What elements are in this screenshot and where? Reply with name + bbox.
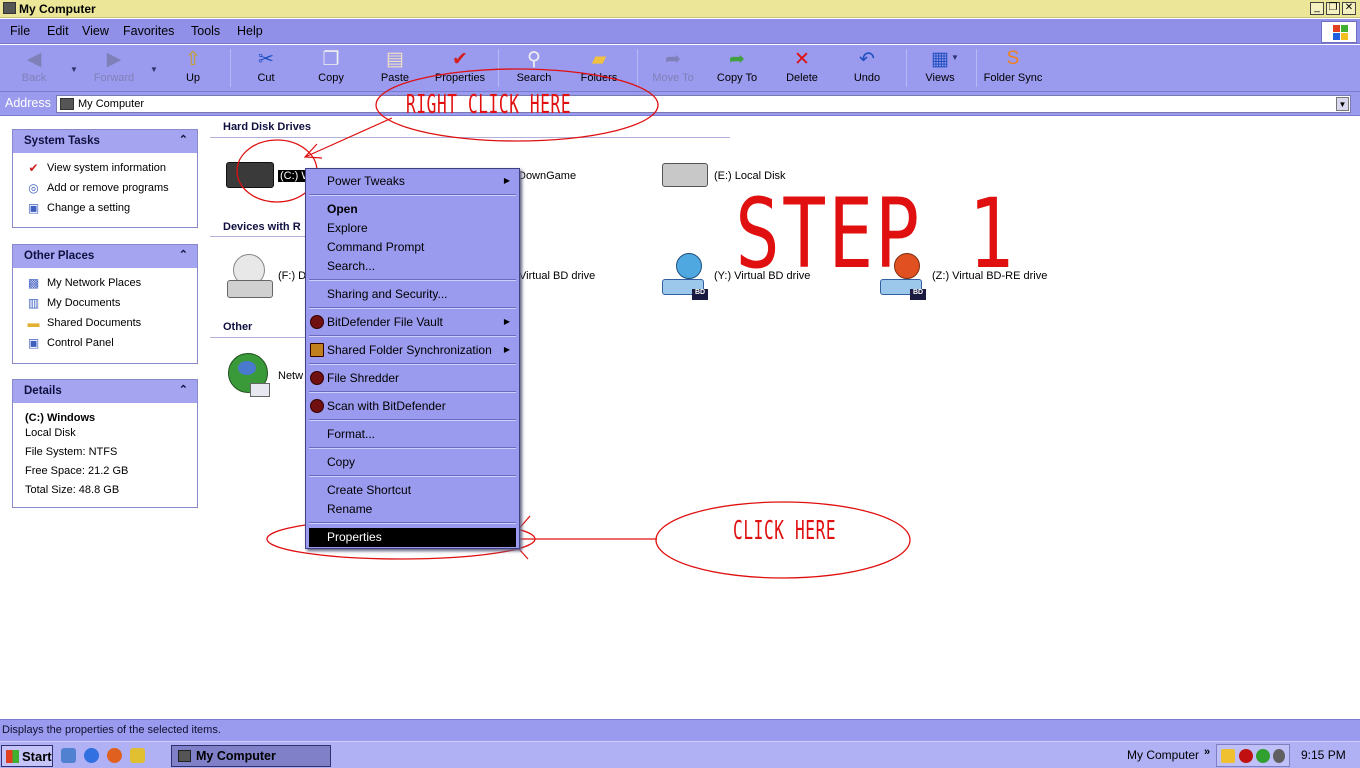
internet-explorer-icon[interactable] [84,748,99,763]
menu-power-tweaks[interactable]: Power Tweaks ▶ [309,172,516,191]
menu-separator [309,335,516,337]
menu-bitdefender-vault[interactable]: BitDefender File Vault ▶ [309,313,516,332]
menu-shared-folder-sync[interactable]: Shared Folder Synchronization ▶ [309,341,516,360]
system-tray [1216,744,1290,767]
menu-separator [309,475,516,477]
menu-explore[interactable]: Explore [309,219,516,238]
firefox-icon[interactable] [107,748,122,763]
menu-separator [309,419,516,421]
bitdefender-icon [310,315,324,329]
bitdefender-icon [310,371,324,385]
tray-app-icon[interactable] [1221,749,1235,763]
menu-separator [309,194,516,196]
clock: 9:15 PM [1301,748,1346,762]
tray-chevron-icon[interactable]: » [1204,746,1210,758]
taskbar: Start My Computer My Computer » 9:15 PM [0,741,1360,768]
folder-sync-icon [310,343,324,357]
menu-properties[interactable]: Properties [309,528,516,547]
menu-format[interactable]: Format... [309,425,516,444]
status-bar: Displays the properties of the selected … [0,719,1360,741]
menu-separator [309,447,516,449]
menu-command-prompt[interactable]: Command Prompt [309,238,516,257]
menu-separator [309,307,516,309]
menu-separator [309,522,516,524]
menu-separator [309,363,516,365]
menu-separator [309,391,516,393]
annotation-overlay [236,68,911,579]
tray-misc-icon[interactable] [1273,749,1285,763]
show-desktop-icon[interactable] [61,748,76,763]
menu-sharing-security[interactable]: Sharing and Security... [309,285,516,304]
menu-open[interactable]: Open [309,200,516,219]
submenu-arrow-icon: ▶ [503,345,510,354]
antivirus-tray-icon[interactable] [1239,749,1253,763]
status-text: Displays the properties of the selected … [2,724,221,736]
menu-scan-bitdefender[interactable]: Scan with BitDefender [309,397,516,416]
windows-logo-icon [6,750,19,763]
context-menu: Power Tweaks ▶ Open Explore Command Promp… [305,168,520,549]
menu-file-shredder[interactable]: File Shredder [309,369,516,388]
menu-separator [309,279,516,281]
bitdefender-icon [310,399,324,413]
tray-address-label: My Computer [1127,748,1200,762]
right-click-arrow [304,117,393,158]
start-button[interactable]: Start [1,745,53,767]
quick-launch-icon[interactable] [130,748,145,763]
submenu-arrow-icon: ▶ [503,317,510,326]
taskbar-my-computer-button[interactable]: My Computer [171,745,331,767]
menu-search[interactable]: Search... [309,257,516,276]
submenu-arrow-icon: ▶ [503,176,510,185]
menu-copy[interactable]: Copy [309,453,516,472]
menu-create-shortcut[interactable]: Create Shortcut [309,481,516,500]
menu-rename[interactable]: Rename [309,500,516,519]
click-here-annotation: CLICK HERE [733,516,837,546]
right-click-annotation: RIGHT CLICK HERE [406,90,572,120]
utorrent-tray-icon[interactable] [1256,749,1270,763]
computer-icon [178,750,191,762]
